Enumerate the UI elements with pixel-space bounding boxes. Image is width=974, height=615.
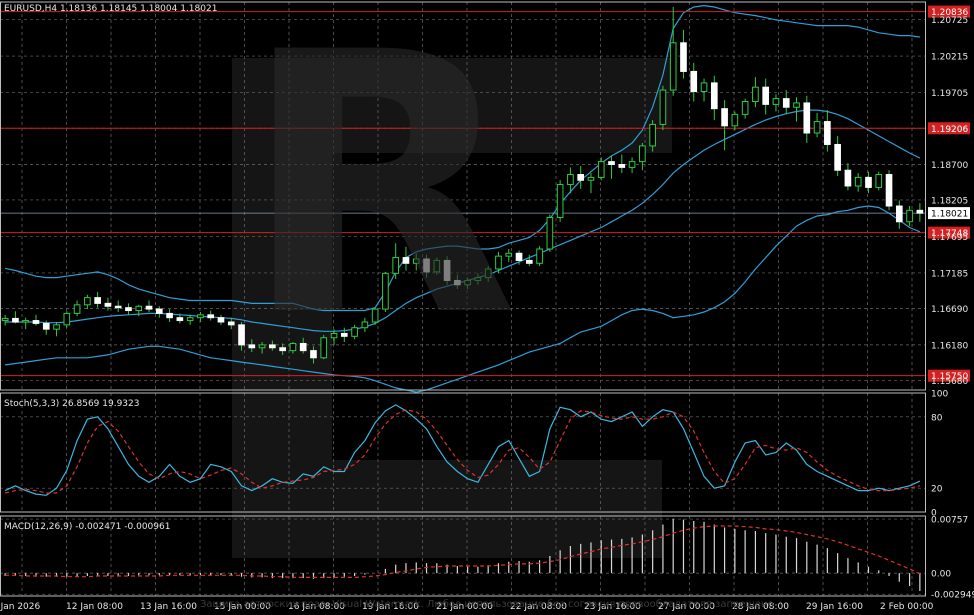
time-axis-label: 2 Feb 00:00 [880, 602, 934, 612]
candle-bull [813, 121, 821, 134]
candle-bear [104, 302, 112, 307]
candle-bull [567, 174, 574, 186]
macd-header: MACD(12,26,9) -0.002471 -0.000961 [4, 522, 170, 532]
price-axis-label: 1.19705 [931, 89, 968, 99]
candle-bull [197, 314, 204, 319]
price-axis-label: 1.17185 [931, 269, 968, 279]
candle-bear [577, 174, 585, 181]
price-axis-label: 1.15680 [931, 377, 968, 387]
candle-bull [546, 216, 554, 250]
candle-bear [916, 209, 924, 214]
candle-bear [166, 312, 173, 319]
candle-bear [227, 321, 235, 326]
candle-bear [865, 176, 872, 188]
price-axis-label: 1.20215 [931, 53, 968, 63]
price-axis-label: 1.18205 [931, 196, 968, 206]
candle-bull [73, 304, 81, 314]
price-axis-label: 1.17695 [931, 233, 968, 243]
candle-bear [114, 305, 122, 309]
candle-bear [885, 174, 893, 207]
candle-bear [803, 102, 811, 134]
macd-axis-label: 0.00757 [931, 516, 968, 526]
stoch-axis-label: 20 [931, 485, 943, 495]
candle-bear [895, 205, 903, 223]
price-axis-label: 1.19206 [931, 125, 968, 135]
candle-bear [844, 169, 852, 187]
price-axis-label: 1.16690 [931, 305, 968, 315]
candle-bull [639, 145, 646, 163]
candle-bear [125, 307, 132, 312]
candle-bear [145, 305, 153, 310]
candle-bull [659, 89, 667, 125]
candle-bear [217, 317, 225, 323]
candle-bear [94, 297, 101, 304]
candle-bear [710, 82, 718, 110]
candle-bull [628, 161, 636, 168]
candle-bull [772, 98, 780, 105]
candle-bear [782, 98, 790, 108]
candle-bull [700, 82, 708, 92]
candle-bull [587, 176, 595, 181]
candle-bear [690, 70, 698, 92]
watermark-bar [332, 460, 662, 558]
candle-bear [608, 161, 615, 166]
candle-bull [63, 312, 71, 326]
candle-bear [207, 314, 215, 319]
price-axis-label: 1.20725 [931, 16, 968, 26]
candle-bear [834, 143, 841, 171]
candle-bear [824, 121, 831, 145]
candle-bull [186, 317, 194, 322]
footer-watermark: Защита авторских прав. Visual Watermark.… [200, 599, 774, 610]
candle-bull [649, 123, 656, 147]
candle-bear [155, 308, 163, 314]
candle-bear [42, 322, 50, 330]
candle-bull [906, 209, 913, 223]
stoch-header: Stoch(5,3,3) 26.8569 19.9323 [4, 399, 139, 409]
macd-axis-label: -0.002949 [931, 591, 974, 601]
trading-chart[interactable]: 1.208361.192061.177481.157501.18021 1.20… [0, 0, 974, 615]
candle-bull [1, 317, 9, 322]
price-axis-label: 1.16180 [931, 341, 968, 351]
candle-bear [618, 164, 626, 168]
time-axis-label: 29 Jan 16:00 [806, 602, 863, 612]
candle-bull [741, 101, 749, 115]
candle-bear [12, 317, 19, 323]
time-axis-label: 13 Jan 16:00 [140, 602, 197, 612]
candle-bear [176, 317, 184, 322]
symbol-header: EURUSD,H4 1.18136 1.18145 1.18004 1.1802… [4, 4, 217, 14]
time-axis-label: 9 Jan 2026 [0, 602, 40, 612]
candle-bull [597, 161, 605, 178]
candle-bull [536, 248, 543, 264]
candle-bull [731, 113, 739, 127]
chart-window: 1.20836 1.19206 1.17748 1.15750 1.18021 1.20… [0, 0, 974, 615]
current-price-tag: 1.18021 [931, 210, 968, 220]
candle-bear [525, 259, 533, 264]
candle-bull [556, 184, 564, 218]
candle-bull [854, 176, 862, 187]
candle-bear [32, 320, 40, 324]
candle-bull [53, 324, 60, 330]
stoch-axis-label: 80 [931, 413, 943, 423]
time-axis-label: 12 Jan 08:00 [66, 602, 123, 612]
macd-axis-label: 0.00 [931, 570, 951, 580]
candle-bull [752, 86, 759, 103]
candle-bull [22, 320, 30, 323]
candle-bear [762, 86, 770, 105]
candle-bull [135, 305, 143, 312]
candle-bull [669, 42, 677, 91]
candle-bear [721, 108, 728, 127]
candle-bull [875, 174, 883, 188]
candle-bull [793, 102, 800, 108]
candle-bear [680, 42, 687, 72]
price-axis-label: 1.18700 [931, 161, 968, 171]
stoch-axis-label: 100 [931, 390, 948, 400]
candle-bull [84, 297, 91, 306]
watermark-logo: R [241, 0, 518, 395]
